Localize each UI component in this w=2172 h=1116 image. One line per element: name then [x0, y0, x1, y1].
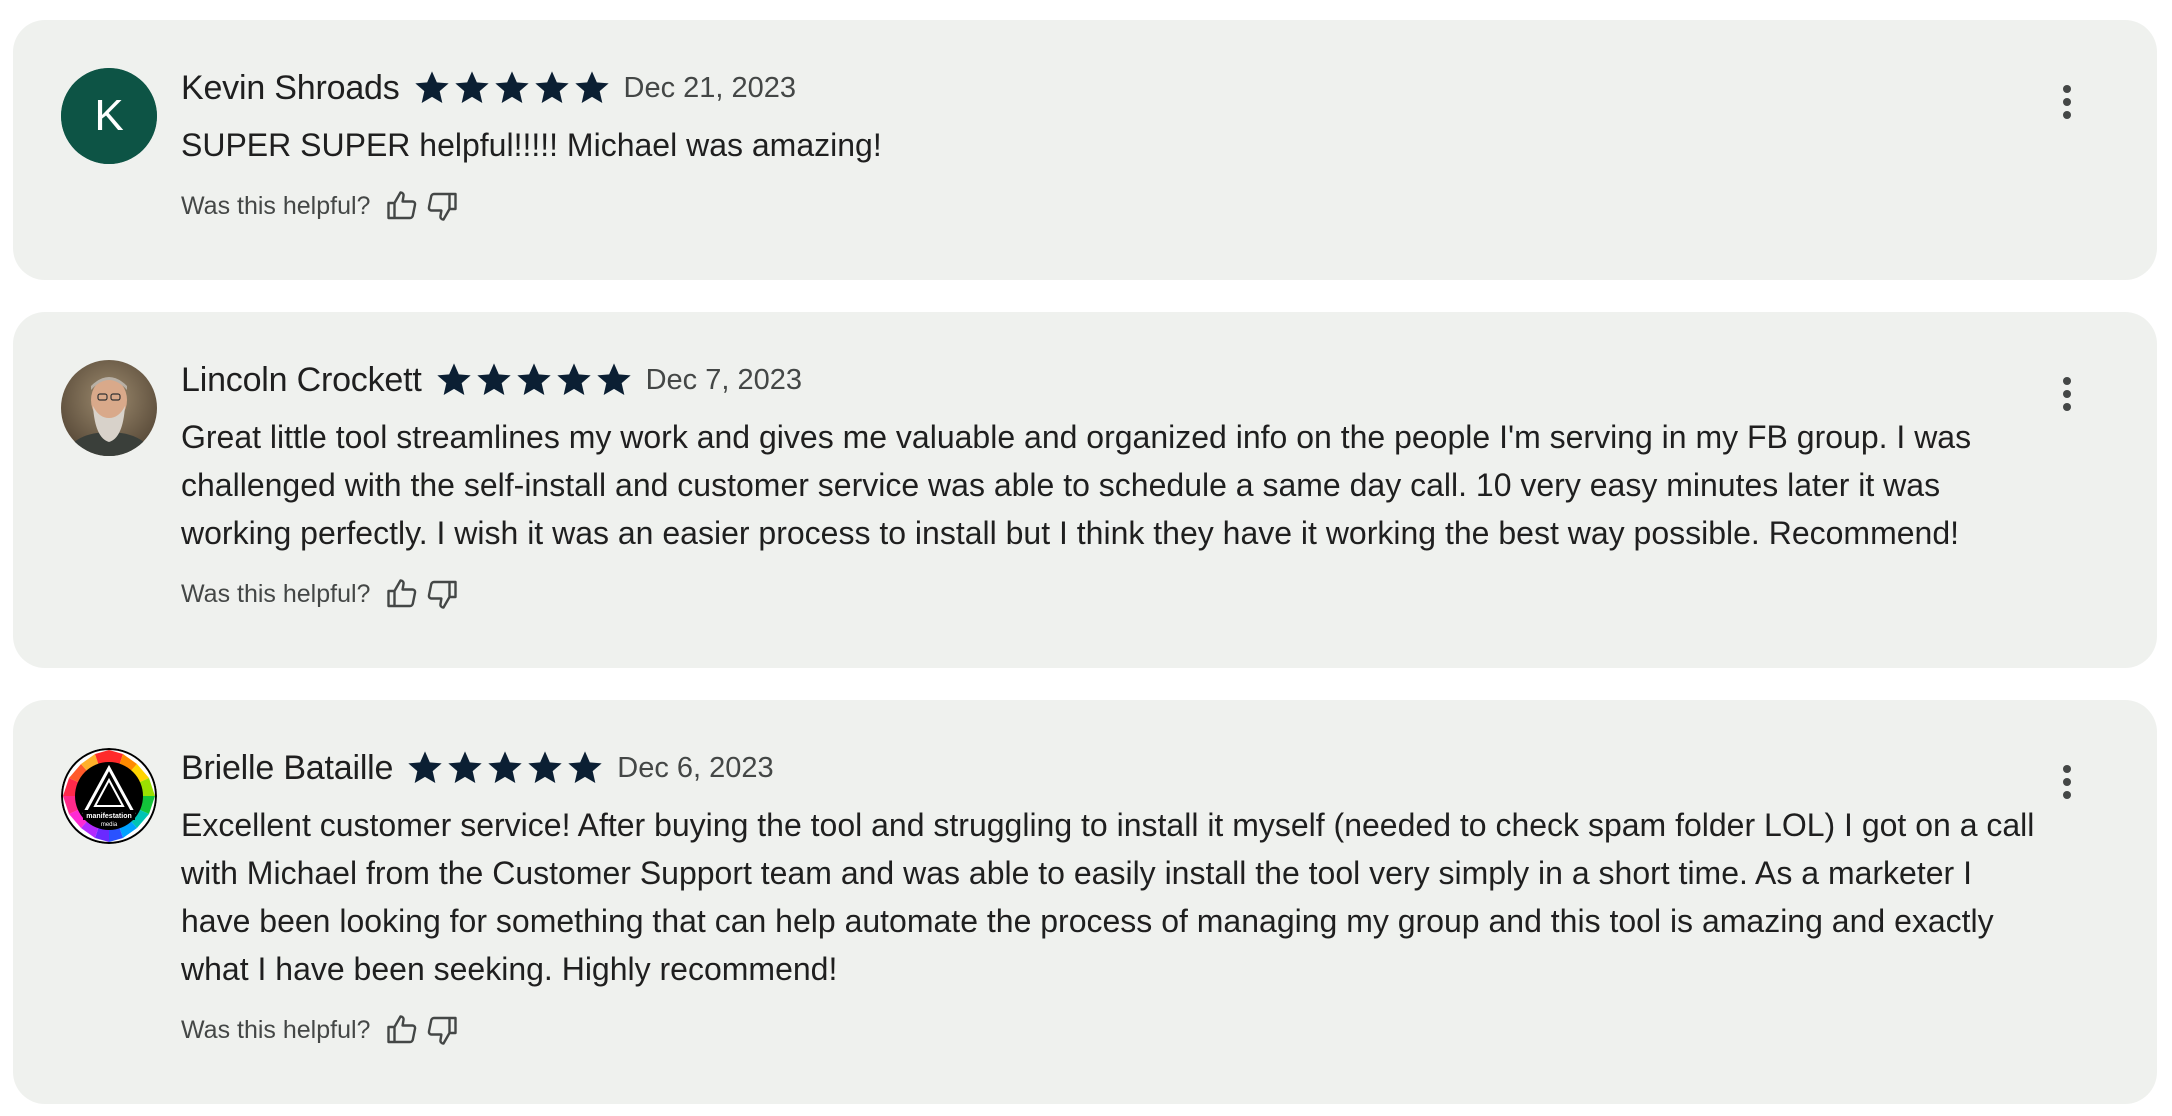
- reviewer-name: Brielle Bataille: [181, 748, 394, 787]
- star-icon: [414, 71, 449, 103]
- svg-text:manifestation: manifestation: [86, 813, 132, 820]
- helpful-label: Was this helpful?: [181, 191, 371, 220]
- star-icon: [574, 71, 609, 103]
- more-options-button[interactable]: [2043, 758, 2091, 806]
- review-text: SUPER SUPER helpful!!!!! Michael was ama…: [181, 127, 882, 163]
- review-text: Excellent customer service! After buying…: [181, 807, 2035, 987]
- star-icon: [596, 363, 631, 395]
- helpful-label: Was this helpful?: [181, 579, 371, 608]
- review-date: Dec 6, 2023: [617, 751, 774, 784]
- thumbs-down-icon[interactable]: [424, 188, 460, 224]
- avatar-letter-icon: K: [61, 68, 157, 164]
- manifestation-media-logo-icon: manifestation media: [61, 748, 157, 844]
- star-icon: [454, 71, 489, 103]
- more-vert-icon: [2063, 765, 2071, 799]
- avatar: manifestation media: [61, 748, 157, 844]
- star-icon: [528, 751, 562, 783]
- star-icon: [556, 363, 591, 395]
- helpful-label: Was this helpful?: [181, 1015, 371, 1044]
- star-icon: [448, 751, 482, 783]
- review-text: Great little tool streamlines my work an…: [181, 419, 1972, 551]
- helpful-row: Was this helpful?: [181, 1010, 464, 1050]
- more-vert-icon: [2063, 377, 2071, 411]
- avatar-photo-icon: [61, 360, 157, 456]
- star-icon: [488, 751, 522, 783]
- thumbs-up-icon[interactable]: [384, 576, 420, 612]
- avatar: [61, 360, 157, 456]
- review-card: Lincoln Crockett Dec 7, 2023 Great littl…: [13, 312, 2157, 668]
- thumbs-down-icon[interactable]: [424, 576, 460, 612]
- star-icon: [476, 363, 511, 395]
- more-options-button[interactable]: [2043, 78, 2091, 126]
- review-card: K Kevin Shroads Dec 21, 2023 SUPER SUPER…: [13, 20, 2157, 280]
- review-header: Kevin Shroads Dec 21, 2023: [181, 64, 2007, 112]
- star-icon: [436, 363, 471, 395]
- svg-text:media: media: [101, 822, 118, 828]
- star-rating: [405, 748, 605, 788]
- thumbs-down-icon[interactable]: [424, 1012, 460, 1048]
- reviewer-name: Lincoln Crockett: [181, 360, 422, 399]
- review-header: Lincoln Crockett Dec 7, 2023: [181, 356, 2007, 404]
- reviewer-name: Kevin Shroads: [181, 68, 400, 107]
- star-rating: [412, 68, 612, 108]
- star-icon: [534, 71, 569, 103]
- star-icon: [494, 71, 529, 103]
- thumbs-up-icon[interactable]: [384, 1012, 420, 1048]
- more-options-button[interactable]: [2043, 370, 2091, 418]
- review-date: Dec 21, 2023: [623, 71, 797, 104]
- svg-text:K: K: [94, 91, 123, 140]
- star-icon: [568, 751, 602, 783]
- review-header: Brielle Bataille Dec 6, 2023: [181, 744, 2007, 792]
- more-vert-icon: [2063, 85, 2071, 119]
- star-icon: [408, 751, 442, 783]
- helpful-row: Was this helpful?: [181, 574, 464, 614]
- helpful-row: Was this helpful?: [181, 186, 464, 226]
- star-rating: [434, 360, 634, 400]
- star-icon: [516, 363, 551, 395]
- review-date: Dec 7, 2023: [645, 363, 802, 396]
- avatar: K: [61, 68, 157, 164]
- review-card: manifestation media Brielle Bataille Dec…: [13, 700, 2157, 1104]
- thumbs-up-icon[interactable]: [384, 188, 420, 224]
